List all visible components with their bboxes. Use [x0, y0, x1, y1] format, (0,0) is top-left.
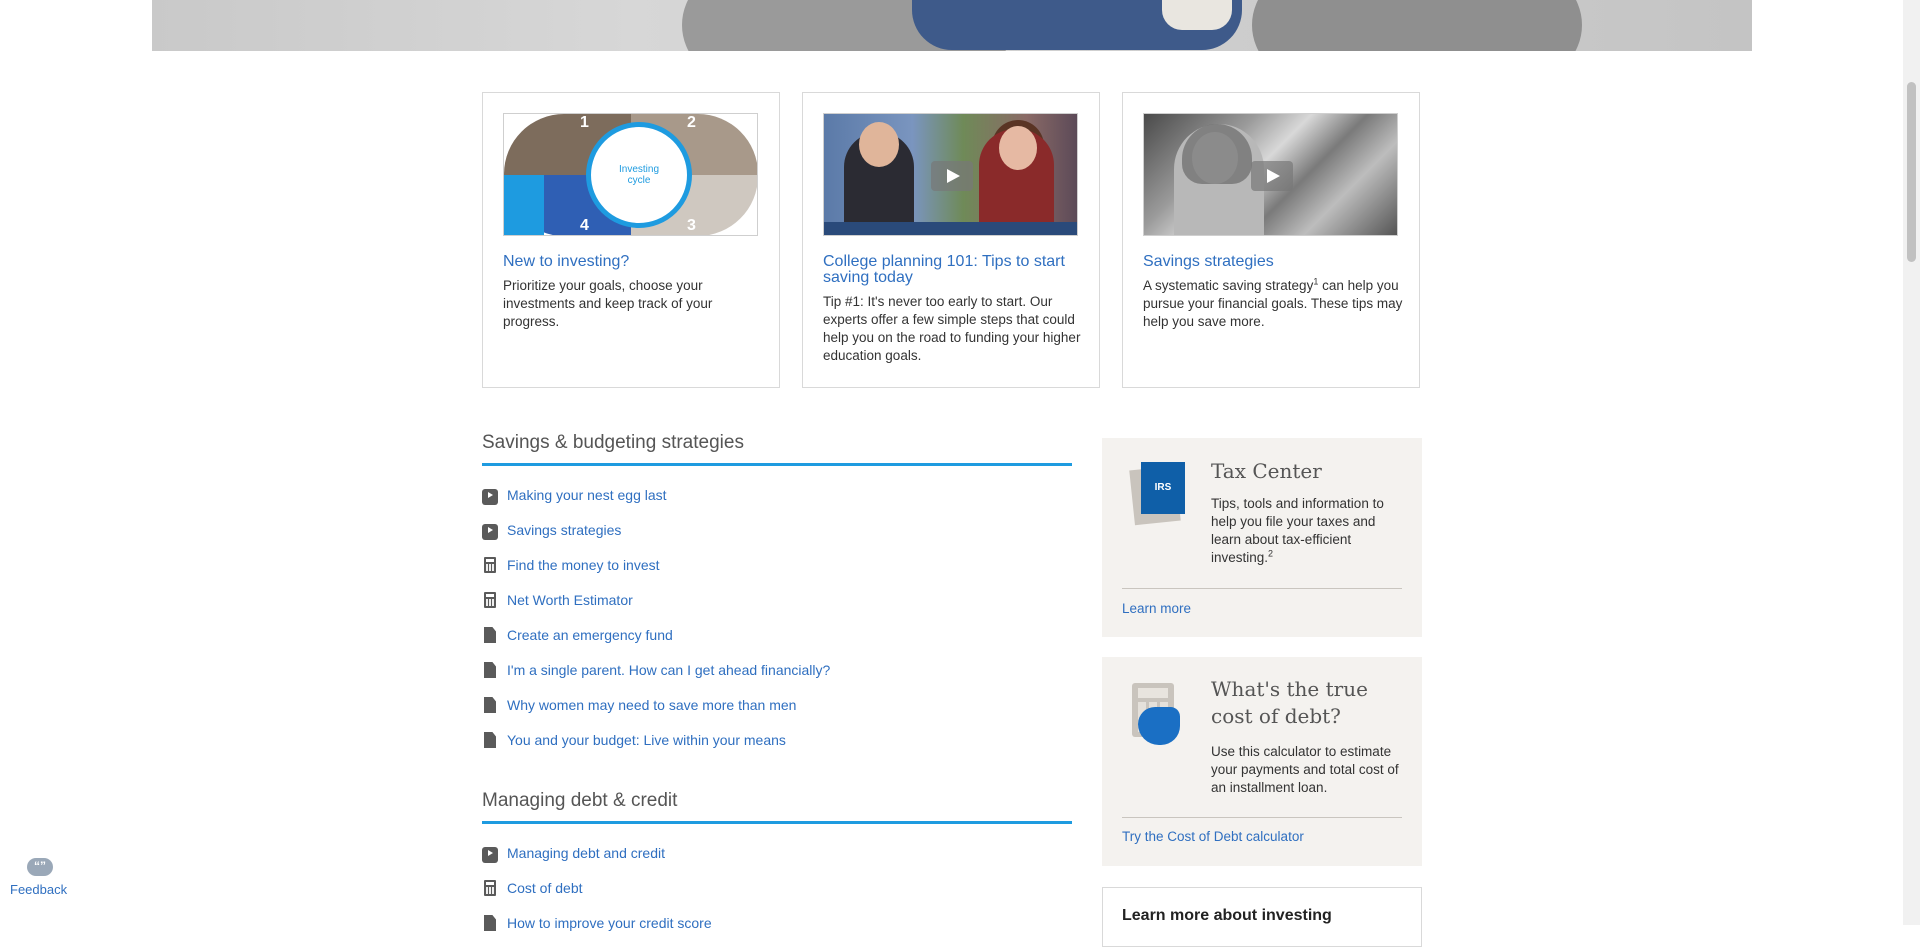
card-description: A systematic saving strategy1 can help y… — [1143, 277, 1405, 331]
investing-cycle-hub: Investing cycle — [586, 122, 692, 228]
card-description-text: A systematic saving strategy — [1143, 278, 1314, 293]
scrollbar-thumb[interactable] — [1907, 82, 1916, 262]
learn-more-link[interactable]: Learn more — [1122, 601, 1191, 616]
document-icon — [484, 915, 496, 931]
video-presenter-woman-face — [999, 126, 1037, 170]
document-icon — [484, 732, 496, 748]
list-item-link[interactable]: You and your budget: Live within your me… — [507, 732, 786, 748]
feature-card-new-to-investing[interactable]: 1 2 3 4 Investing cycle New to investing… — [482, 92, 780, 388]
feedback-bubble-icon: “” — [27, 858, 53, 876]
tax-center-description: Tips, tools and information to help you … — [1211, 495, 1407, 567]
video-desk — [824, 222, 1077, 235]
cycle-number-4: 4 — [580, 217, 589, 234]
feedback-button[interactable]: “” Feedback — [10, 858, 70, 903]
list-item[interactable]: Managing debt and credit — [482, 843, 1082, 863]
investing-cycle-label: Investing cycle — [618, 164, 660, 186]
card-divider — [1122, 817, 1402, 818]
hero-mug — [1162, 0, 1232, 30]
list-item-link[interactable]: Managing debt and credit — [507, 845, 665, 861]
hero-image — [152, 0, 1752, 51]
section-divider — [482, 463, 1072, 466]
investing-cycle-thumbnail[interactable]: 1 2 3 4 Investing cycle — [503, 113, 758, 236]
play-icon[interactable] — [931, 161, 973, 191]
cost-of-debt-calculator-link[interactable]: Try the Cost of Debt calculator — [1122, 829, 1304, 844]
list-item-link[interactable]: Why women may need to save more than men — [507, 697, 796, 713]
list-item-link[interactable]: Savings strategies — [507, 522, 621, 538]
section-title-savings-budgeting: Savings & budgeting strategies — [482, 432, 744, 453]
list-item-link[interactable]: Cost of debt — [507, 880, 583, 896]
learn-more-investing-title: Learn more about investing — [1122, 907, 1332, 924]
tax-center-card: IRS Tax Center Tips, tools and informati… — [1102, 438, 1422, 637]
list-item-link[interactable]: Making your nest egg last — [507, 487, 667, 503]
tax-center-title: Tax Center — [1211, 459, 1322, 483]
list-item-link[interactable]: Find the money to invest — [507, 557, 660, 573]
card-divider — [1122, 588, 1402, 589]
card-title[interactable]: Savings strategies — [1143, 254, 1405, 270]
list-item[interactable]: Savings strategies — [482, 520, 1082, 540]
savings-strategies-video-thumbnail[interactable] — [1143, 113, 1398, 236]
cycle-segment-4-accent — [504, 175, 544, 235]
list-item-link[interactable]: Create an emergency fund — [507, 627, 673, 643]
cost-of-debt-description: Use this calculator to estimate your pay… — [1211, 744, 1399, 795]
hero-sofa-right — [1252, 0, 1582, 51]
cycle-number-2: 2 — [687, 114, 696, 131]
list-item[interactable]: How to improve your credit score — [482, 913, 1082, 933]
learn-more-investing-card: Learn more about investing — [1102, 887, 1422, 947]
hand-pointer-icon — [1138, 707, 1180, 745]
list-item[interactable]: I'm a single parent. How can I get ahead… — [482, 660, 1082, 680]
list-item-link[interactable]: How to improve your credit score — [507, 915, 712, 931]
document-icon — [484, 662, 496, 678]
list-item[interactable]: Cost of debt — [482, 878, 1082, 898]
cycle-number-1: 1 — [580, 114, 589, 131]
calculator-icon — [484, 880, 496, 896]
video-icon — [482, 524, 498, 540]
calculator-icon — [484, 592, 496, 608]
calculator-icon — [484, 557, 496, 573]
list-item[interactable]: Making your nest egg last — [482, 485, 1082, 505]
list-item[interactable]: Find the money to invest — [482, 555, 1082, 575]
cost-of-debt-card: What's the true cost of debt? Use this c… — [1102, 657, 1422, 866]
college-planning-video-thumbnail[interactable] — [823, 113, 1078, 236]
list-item-link[interactable]: Net Worth Estimator — [507, 592, 633, 608]
list-item[interactable]: Why women may need to save more than men — [482, 695, 1082, 715]
document-icon — [484, 627, 496, 643]
irs-form-icon: IRS — [1141, 462, 1185, 514]
document-icon — [484, 697, 496, 713]
tax-center-description-text: Tips, tools and information to help you … — [1211, 496, 1384, 565]
cycle-number-3: 3 — [687, 217, 696, 234]
card-title[interactable]: College planning 101: Tips to start savi… — [823, 254, 1085, 286]
video-presenter-man-face — [859, 122, 899, 167]
section-title-managing-debt: Managing debt & credit — [482, 790, 678, 811]
section-divider — [482, 821, 1072, 824]
video-icon — [482, 489, 498, 505]
card-description: Prioritize your goals, choose your inves… — [503, 278, 713, 329]
video-icon — [482, 847, 498, 863]
cost-of-debt-title: What's the true cost of debt? — [1211, 677, 1368, 728]
card-title[interactable]: New to investing? — [503, 254, 765, 270]
play-icon[interactable] — [1251, 161, 1293, 191]
feedback-label[interactable]: Feedback — [10, 882, 67, 897]
list-item[interactable]: You and your budget: Live within your me… — [482, 730, 1082, 750]
list-item-link[interactable]: I'm a single parent. How can I get ahead… — [507, 662, 830, 678]
feature-card-college-planning[interactable]: College planning 101: Tips to start savi… — [802, 92, 1100, 388]
list-item[interactable]: Net Worth Estimator — [482, 590, 1082, 610]
footnote-marker[interactable]: 2 — [1268, 549, 1273, 559]
list-item[interactable]: Create an emergency fund — [482, 625, 1082, 645]
feature-card-savings-strategies[interactable]: Savings strategies A systematic saving s… — [1122, 92, 1420, 388]
card-description: Tip #1: It's never too early to start. O… — [823, 294, 1081, 363]
calculator-screen — [1138, 688, 1168, 698]
